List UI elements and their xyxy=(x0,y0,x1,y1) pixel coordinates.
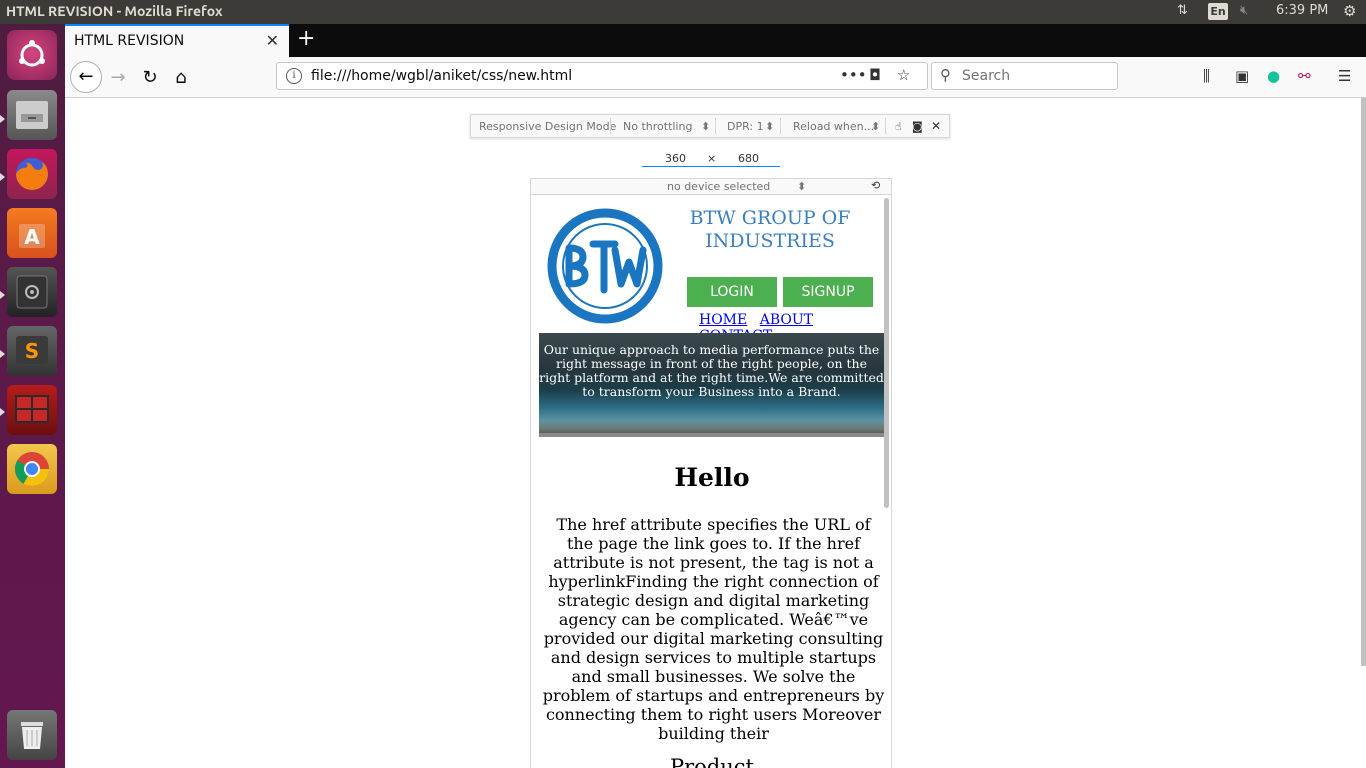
touch-simulation-icon[interactable]: ☝ xyxy=(895,120,902,133)
navigation-toolbar: ← → ↻ ⌂ i file:///home/wgbl/aniket/css/n… xyxy=(65,57,1366,98)
sublime-text-icon[interactable]: S xyxy=(7,326,57,376)
close-rdm-icon[interactable]: ✕ xyxy=(931,119,941,133)
chevron-updown-icon: ⬍ xyxy=(797,180,807,193)
login-button[interactable]: LOGIN xyxy=(687,277,777,307)
settings-gear-icon[interactable]: ⚙ xyxy=(1343,2,1356,20)
nav-link-home[interactable]: HOME xyxy=(699,312,747,328)
svg-text:A: A xyxy=(24,225,40,249)
network-icon[interactable]: ⇅ xyxy=(1177,3,1188,18)
sidebar-icon[interactable]: ▣ xyxy=(1235,67,1249,85)
chrome-icon[interactable] xyxy=(7,444,57,494)
btw-logo xyxy=(547,208,663,324)
dimension-separator: × xyxy=(707,152,717,165)
nav-link-about[interactable]: ABOUT xyxy=(760,312,813,328)
hero-text: Our unique approach to media performance… xyxy=(539,342,884,399)
pocket-icon[interactable]: ◘ xyxy=(869,66,881,84)
search-box[interactable]: ⚲ Search xyxy=(931,62,1118,90)
page-actions-icon[interactable]: ••• xyxy=(840,66,867,84)
extension-icon[interactable]: ⚯ xyxy=(1298,67,1311,85)
ubuntu-dash-icon[interactable] xyxy=(7,30,57,80)
url-text[interactable]: file:///home/wgbl/aniket/css/new.html xyxy=(311,68,572,84)
screenshot-icon[interactable]: ◙ xyxy=(912,120,923,133)
library-icon[interactable]: ⫼ xyxy=(1203,67,1210,85)
svg-text:S: S xyxy=(25,339,39,363)
grammarly-icon[interactable]: ● xyxy=(1267,67,1280,85)
signup-button[interactable]: SIGNUP xyxy=(783,277,873,307)
rdm-mode-label: Responsive Design Mode xyxy=(479,120,617,133)
site-info-icon[interactable]: i xyxy=(286,68,302,84)
chevron-updown-icon: ⬍ xyxy=(701,120,711,133)
rotate-device-icon[interactable]: ⟲ xyxy=(871,179,880,192)
section-heading: Hello xyxy=(674,463,750,492)
viewport-scrollbar[interactable] xyxy=(884,198,889,508)
terminal-app-icon[interactable] xyxy=(7,385,57,435)
hero-banner: Our unique approach to media performance… xyxy=(539,333,884,437)
search-icon: ⚲ xyxy=(940,66,951,84)
page-scrollbar[interactable] xyxy=(1361,98,1366,666)
reload-button[interactable]: ↻ xyxy=(135,63,165,93)
window-title: HTML REVISION - Mozilla Firefox xyxy=(6,3,223,19)
device-select[interactable]: no device selected xyxy=(667,180,770,193)
firefox-icon[interactable] xyxy=(7,149,57,199)
new-tab-icon[interactable]: + xyxy=(297,26,315,51)
software-center-icon[interactable]: A xyxy=(7,208,57,258)
dpr-select[interactable]: DPR: 1 xyxy=(727,120,764,133)
responsive-design-toolbar: Responsive Design Mode No throttling ⬍ D… xyxy=(470,114,950,138)
system-top-bar: HTML REVISION - Mozilla Firefox ⇅ En 🔇︎ … xyxy=(0,0,1366,24)
files-icon[interactable] xyxy=(7,90,57,140)
brand-title: BTW GROUP OF INDUSTRIES xyxy=(689,207,851,252)
close-tab-icon[interactable]: ✕ xyxy=(266,31,279,50)
back-button[interactable]: ← xyxy=(70,61,102,93)
intro-paragraph: The href attribute specifies the URL of … xyxy=(542,515,885,743)
chevron-updown-icon: ⬍ xyxy=(765,120,775,133)
keyboard-layout-indicator[interactable]: En xyxy=(1208,3,1228,20)
bookmark-star-icon[interactable]: ☆ xyxy=(897,66,910,84)
system-app-icon[interactable] xyxy=(7,267,57,317)
clock[interactable]: 6:39 PM xyxy=(1276,3,1328,18)
next-section-heading: Product xyxy=(670,755,754,768)
home-button[interactable]: ⌂ xyxy=(166,63,196,93)
reload-when-select[interactable]: Reload when... xyxy=(793,120,874,133)
device-viewport: BTW GROUP OF INDUSTRIES LOGIN SIGNUP HOM… xyxy=(530,195,892,768)
tab-html-revision[interactable]: HTML REVISION ✕ xyxy=(65,24,289,57)
viewport-height-input[interactable]: 680 xyxy=(738,152,759,165)
dimension-underline xyxy=(642,166,780,167)
url-bar[interactable]: i file:///home/wgbl/aniket/css/new.html … xyxy=(276,62,928,90)
device-selector-bar: no device selected ⬍ ⟲ xyxy=(530,178,892,195)
tab-strip: HTML REVISION ✕ + xyxy=(65,24,1366,57)
viewport-width-input[interactable]: 360 xyxy=(665,152,686,165)
chevron-updown-icon: ⬍ xyxy=(871,120,881,133)
tab-title: HTML REVISION xyxy=(74,33,185,49)
menu-icon[interactable]: ☰ xyxy=(1338,67,1351,85)
throttling-select[interactable]: No throttling xyxy=(623,120,692,133)
trash-icon[interactable] xyxy=(7,710,57,760)
forward-button[interactable]: → xyxy=(103,63,133,93)
app-launcher: A S xyxy=(0,24,65,768)
search-placeholder: Search xyxy=(962,68,1011,84)
volume-muted-icon[interactable]: 🔇︎ xyxy=(1240,3,1248,18)
